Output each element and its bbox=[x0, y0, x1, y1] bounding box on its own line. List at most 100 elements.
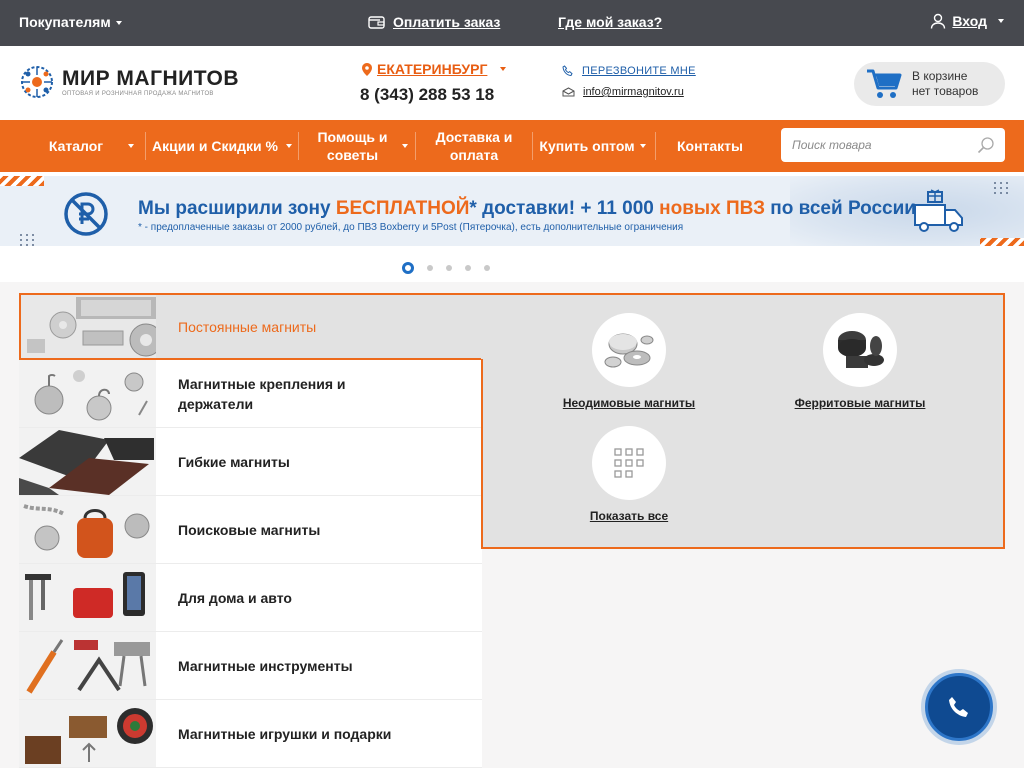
banner-title: Мы расширили зону БЕСПЛАТНОЙ* доставки! … bbox=[138, 198, 916, 220]
slider-dot[interactable] bbox=[484, 265, 490, 271]
call-back-button[interactable] bbox=[925, 673, 993, 741]
nav-divider bbox=[532, 132, 533, 160]
category-image bbox=[19, 496, 156, 563]
category-permanent-magnets[interactable]: Постоянные магниты bbox=[19, 293, 482, 360]
category-image bbox=[21, 295, 156, 358]
category-image bbox=[19, 360, 156, 427]
slider-dot[interactable] bbox=[402, 262, 414, 274]
category-image bbox=[19, 700, 156, 767]
buyers-label: Покупателям bbox=[19, 14, 111, 30]
category-label: Постоянные магниты bbox=[178, 318, 317, 335]
callback-label: ПЕРЕЗВОНИТЕ МНЕ bbox=[582, 65, 696, 77]
dots-decoration bbox=[20, 234, 34, 246]
nav-item-help[interactable]: Помощь и советы bbox=[305, 120, 408, 172]
no-ruble-icon bbox=[64, 192, 108, 236]
search-icon[interactable] bbox=[977, 136, 995, 154]
email-label: info@mirmagnitov.ru bbox=[583, 86, 684, 98]
phone-number[interactable]: 8 (343) 288 53 18 bbox=[360, 85, 494, 105]
nav-item-sales[interactable]: Акции и Скидки % bbox=[150, 120, 292, 172]
email-link[interactable]: info@mirmagnitov.ru bbox=[562, 86, 684, 98]
city-selector[interactable]: ЕКАТЕРИНБУРГ bbox=[362, 61, 507, 77]
panel-connector bbox=[481, 295, 485, 359]
phone-icon bbox=[562, 65, 573, 77]
banner-title-text: по всей России bbox=[765, 198, 916, 219]
chevron-down-icon bbox=[500, 67, 507, 71]
nav-item-label: Каталог bbox=[48, 138, 104, 154]
login-button[interactable]: Вход bbox=[930, 13, 1004, 29]
slider-dot[interactable] bbox=[446, 265, 452, 271]
subcategory-neodymium[interactable]: Неодимовые магниты bbox=[539, 313, 719, 410]
city-name: ЕКАТЕРИНБУРГ bbox=[377, 61, 488, 77]
header: МИР МАГНИТОВ ОПТОВАЯ И РОЗНИЧНАЯ ПРОДАЖА… bbox=[0, 46, 1024, 120]
category-label: Поисковые магниты bbox=[178, 521, 321, 538]
top-bar: Покупателям Оплатить заказ Где мой заказ… bbox=[0, 0, 1024, 46]
banner-title-accent: БЕСПЛАТНОЙ bbox=[335, 198, 470, 219]
login-label[interactable]: Вход bbox=[952, 13, 987, 29]
pay-order-label[interactable]: Оплатить заказ bbox=[393, 14, 500, 30]
cart-button[interactable]: В корзине нет товаров bbox=[854, 62, 1005, 106]
banner-title-accent: новых ПВЗ bbox=[659, 198, 765, 219]
callback-link[interactable]: ПЕРЕЗВОНИТЕ МНЕ bbox=[562, 65, 696, 77]
nav-item-contacts[interactable]: Контакты bbox=[668, 120, 752, 172]
search-input[interactable] bbox=[781, 128, 961, 162]
subcategory-image bbox=[823, 313, 897, 387]
promo-banner: Мы расширили зону БЕСПЛАТНОЙ* доставки! … bbox=[0, 172, 1024, 282]
nav-divider bbox=[145, 132, 146, 160]
chevron-down-icon bbox=[128, 144, 134, 148]
phone-icon bbox=[949, 697, 968, 717]
nav-divider bbox=[415, 132, 416, 160]
dots-decoration bbox=[994, 182, 1008, 194]
nav-item-label: Помощь и советы bbox=[317, 129, 388, 163]
nav-item-label: Контакты bbox=[676, 138, 743, 154]
grid-icon bbox=[614, 448, 644, 478]
nav-item-wholesale[interactable]: Купить оптом bbox=[538, 120, 646, 172]
nav-item-label: Доставка и оплата bbox=[435, 129, 513, 163]
category-search-magnets[interactable]: Поисковые магниты bbox=[19, 496, 482, 564]
chevron-down-icon bbox=[402, 144, 408, 148]
subcategory-show-all[interactable]: Показать все bbox=[539, 426, 719, 523]
category-toys-gifts[interactable]: Магнитные игрушки и подарки bbox=[19, 700, 482, 768]
banner-title-text: * доставки! + 11 000 bbox=[469, 198, 660, 219]
chevron-down-icon bbox=[998, 19, 1004, 23]
subcategory-label: Неодимовые магниты bbox=[562, 396, 696, 410]
nav-item-catalog[interactable]: Каталог bbox=[36, 120, 134, 172]
slider-dot[interactable] bbox=[465, 265, 471, 271]
logo[interactable]: МИР МАГНИТОВ ОПТОВАЯ И РОЗНИЧНАЯ ПРОДАЖА… bbox=[20, 65, 239, 99]
location-pin-icon bbox=[362, 62, 372, 76]
logo-title: МИР МАГНИТОВ bbox=[62, 66, 240, 90]
category-label: Гибкие магниты bbox=[178, 453, 290, 470]
category-magnetic-tools[interactable]: Магнитные инструменты bbox=[19, 632, 482, 700]
nav-divider bbox=[298, 132, 299, 160]
buyers-menu[interactable]: Покупателям bbox=[19, 14, 122, 30]
logo-subtitle: ОПТОВАЯ И РОЗНИЧНАЯ ПРОДАЖА МАГНИТОВ bbox=[62, 90, 214, 97]
subcategory-panel: Неодимовые магниты Ферритовые магниты По… bbox=[481, 293, 1005, 549]
subcategory-label: Ферритовые магниты bbox=[794, 396, 926, 410]
category-flexible-magnets[interactable]: Гибкие магниты bbox=[19, 428, 482, 496]
subcategory-label: Показать все bbox=[589, 509, 669, 523]
slider-dot[interactable] bbox=[427, 265, 433, 271]
search-box bbox=[781, 128, 1005, 162]
category-mounts-holders[interactable]: Магнитные крепления и держатели bbox=[19, 360, 482, 428]
cart-icon bbox=[867, 69, 902, 98]
wallet-icon bbox=[368, 16, 385, 29]
banner-title-text: Мы расширили зону bbox=[138, 198, 336, 219]
category-home-auto[interactable]: Для дома и авто bbox=[19, 564, 482, 632]
pay-order-link[interactable]: Оплатить заказ bbox=[368, 14, 500, 30]
user-icon bbox=[931, 13, 946, 29]
subcategory-ferrite[interactable]: Ферритовые магниты bbox=[770, 313, 950, 410]
category-label: Магнитные инструменты bbox=[178, 657, 353, 674]
truck-gift-icon bbox=[914, 189, 963, 232]
nav-item-delivery[interactable]: Доставка и оплата bbox=[426, 120, 522, 172]
logo-icon bbox=[21, 66, 53, 98]
nav-item-label: Акции и Скидки % bbox=[152, 138, 278, 154]
cart-line-2: нет товаров bbox=[912, 84, 979, 98]
chevron-down-icon bbox=[286, 144, 292, 148]
where-order-link[interactable]: Где мой заказ? bbox=[558, 14, 662, 30]
category-image bbox=[19, 564, 156, 631]
chevron-down-icon bbox=[115, 21, 122, 26]
banner-slide[interactable]: Мы расширили зону БЕСПЛАТНОЙ* доставки! … bbox=[0, 176, 1024, 246]
mail-icon bbox=[562, 87, 575, 97]
banner-subtitle: * - предоплаченные заказы от 2000 рублей… bbox=[138, 222, 684, 233]
cart-line-1: В корзине bbox=[912, 69, 968, 83]
category-image bbox=[19, 632, 156, 699]
